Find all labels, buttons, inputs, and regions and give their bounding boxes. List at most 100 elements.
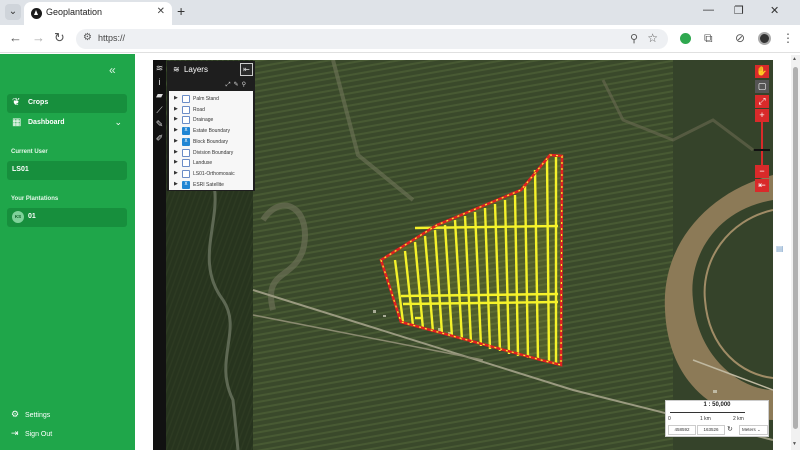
zoom-out-button[interactable]: − bbox=[755, 165, 769, 178]
fullscreen-icon[interactable]: ⤢ bbox=[755, 95, 769, 108]
layer-name: Block Boundary bbox=[193, 138, 229, 145]
zoom-slider[interactable] bbox=[761, 122, 763, 165]
zoom-box-icon[interactable]: ▢ bbox=[755, 80, 769, 93]
layer-checkbox[interactable] bbox=[182, 95, 190, 103]
layer-name: ESRI Satellite bbox=[193, 181, 224, 188]
scale-tick: 0 bbox=[668, 416, 671, 422]
layer-row[interactable]: ▶ Block Boundary bbox=[169, 137, 253, 147]
expand-arrow-icon[interactable]: ▶ bbox=[174, 138, 178, 144]
zoom-extent-icon[interactable]: ⇤ bbox=[755, 179, 769, 192]
layer-row[interactable]: ▶ Landuse bbox=[169, 158, 253, 168]
edit-layer-icon[interactable]: ✎ bbox=[234, 82, 242, 88]
browser-menu-icon[interactable]: ⋮ bbox=[782, 31, 794, 45]
zoom-slider-handle[interactable] bbox=[754, 149, 770, 151]
layer-checkbox[interactable] bbox=[182, 137, 190, 146]
settings-link[interactable]: ⚙ Settings bbox=[11, 409, 50, 420]
coord-x: 458592 bbox=[668, 425, 696, 435]
layer-checkbox[interactable] bbox=[182, 159, 190, 168]
layer-checkbox[interactable] bbox=[182, 169, 190, 178]
chevron-down-icon: ⌄ bbox=[114, 117, 122, 127]
extensions-puzzle-icon[interactable]: ⧉ bbox=[704, 31, 713, 46]
sidebar-item-label: Crops bbox=[28, 99, 49, 106]
layer-row[interactable]: ▶ Estate Boundary bbox=[169, 126, 253, 136]
layers-title-text: Layers bbox=[183, 65, 208, 74]
forward-arrow-icon[interactable]: → bbox=[32, 31, 45, 45]
profile-avatar[interactable] bbox=[758, 32, 771, 45]
url-text: https:// bbox=[98, 33, 126, 43]
measure-icon[interactable]: ⟋ bbox=[154, 105, 165, 116]
expand-arrow-icon[interactable]: ▶ bbox=[174, 149, 178, 155]
zoom-layer-icon[interactable]: ⚲ bbox=[242, 82, 249, 88]
plantations-heading: Your Plantations bbox=[11, 196, 59, 202]
pan-hand-icon[interactable]: ✋ bbox=[755, 65, 769, 78]
refresh-icon[interactable]: ↻ bbox=[727, 425, 733, 433]
expand-arrow-icon[interactable]: ▶ bbox=[174, 127, 178, 133]
collapse-sidebar-icon[interactable]: « bbox=[109, 63, 116, 77]
tab-close-icon[interactable]: ✕ bbox=[157, 6, 165, 17]
comment-icon[interactable]: ▰ bbox=[154, 90, 165, 101]
side-panel-icon[interactable]: ▤ bbox=[776, 244, 784, 253]
scroll-thumb[interactable] bbox=[793, 67, 798, 429]
layer-row[interactable]: ▶ LS01-Orthomosaic bbox=[169, 169, 253, 179]
tab-search-chevron-down-icon[interactable]: ⌄ bbox=[5, 4, 21, 20]
expand-arrow-icon[interactable]: ▶ bbox=[174, 159, 178, 165]
layers-stack-icon[interactable]: ≋ bbox=[154, 63, 165, 74]
zoom-magnifier-icon[interactable]: ⚲ bbox=[630, 32, 638, 45]
zoom-in-button[interactable]: + bbox=[755, 109, 769, 122]
layer-checkbox[interactable] bbox=[182, 148, 190, 157]
layers-list: ▶ Palm Stand ▶ Road ▶ Drainage ▶ Estate Boundar… bbox=[169, 91, 253, 190]
expand-arrow-icon[interactable]: ▶ bbox=[174, 106, 178, 112]
address-bar[interactable]: ⚙ https:// ⚲ ☆ bbox=[76, 29, 668, 49]
current-user-value: LS01 bbox=[12, 166, 29, 173]
restore-icon[interactable]: ❐ bbox=[734, 4, 744, 17]
layer-row[interactable]: ▶ Division Boundary bbox=[169, 148, 253, 158]
pencil-icon[interactable]: ✐ bbox=[154, 133, 165, 144]
info-icon[interactable]: i bbox=[154, 77, 165, 88]
layer-checkbox[interactable] bbox=[182, 116, 190, 125]
scroll-up-icon[interactable]: ▲ bbox=[792, 56, 797, 62]
layers-close-icon[interactable]: ⇤ bbox=[240, 63, 253, 76]
current-user-box: LS01 bbox=[7, 161, 127, 180]
layer-row[interactable]: ▶ Palm Stand bbox=[169, 94, 253, 104]
new-tab-plus-icon[interactable]: + bbox=[177, 3, 185, 19]
layer-row[interactable]: ▶ Drainage bbox=[169, 115, 253, 125]
page-scrollbar[interactable]: ▲ ▼ bbox=[791, 55, 800, 450]
layer-name: LS01-Orthomosaic bbox=[193, 170, 235, 177]
signout-icon: ⇥ bbox=[11, 428, 19, 438]
expand-arrow-icon[interactable]: ▶ bbox=[174, 181, 178, 187]
sidebar-item-label: Dashboard bbox=[28, 119, 65, 126]
layer-row[interactable]: ▶ ESRI Satellite bbox=[169, 180, 253, 190]
layer-checkbox[interactable] bbox=[182, 180, 190, 189]
layer-name: Road bbox=[193, 106, 205, 113]
layer-checkbox[interactable] bbox=[182, 127, 190, 136]
sidebar-panel-icon[interactable]: ⊘ bbox=[735, 31, 745, 45]
expand-arrow-icon[interactable]: ▶ bbox=[174, 170, 178, 176]
browser-tab[interactable]: Geoplantation ✕ bbox=[24, 2, 172, 25]
sidebar-item-dashboard[interactable]: ▦ Dashboard ⌄ bbox=[7, 114, 127, 133]
signout-link[interactable]: ⇥ Sign Out bbox=[11, 428, 52, 439]
units-select[interactable]: Meters ⌄ bbox=[739, 425, 768, 435]
sidebar-item-crops[interactable]: ❦ Crops bbox=[7, 94, 127, 113]
layer-name: Palm Stand bbox=[193, 96, 219, 102]
scroll-down-icon[interactable]: ▼ bbox=[792, 441, 797, 447]
site-settings-icon[interactable]: ⚙ bbox=[83, 32, 92, 43]
layer-row[interactable]: ▶ Road bbox=[169, 105, 253, 115]
dashboard-icon: ▦ bbox=[12, 117, 22, 128]
scale-bar bbox=[670, 412, 745, 415]
window-close-icon[interactable]: ✕ bbox=[770, 4, 779, 17]
minimize-icon[interactable]: — bbox=[703, 4, 714, 16]
layer-checkbox[interactable] bbox=[182, 105, 190, 114]
tab-title: Geoplantation bbox=[46, 7, 103, 17]
edit-icon[interactable]: ✎ bbox=[154, 119, 165, 130]
expand-icon[interactable]: ⤢ bbox=[226, 82, 234, 88]
layers-panel: ≋ Layers ⇤ ⤢✎⚲ ▶ Palm Stand ▶ Road ▶ Drainage… bbox=[167, 61, 255, 191]
extension-shield-icon[interactable] bbox=[680, 33, 691, 44]
expand-arrow-icon[interactable]: ▶ bbox=[174, 95, 178, 101]
bookmark-star-icon[interactable]: ☆ bbox=[647, 31, 658, 45]
back-arrow-icon[interactable]: ← bbox=[9, 31, 22, 45]
plantation-item[interactable]: KS 01 bbox=[7, 208, 127, 227]
map-tool-strip: ≋ i ▰ ⟋ ✎ ✐ bbox=[153, 60, 166, 450]
scale-tick: 2 km bbox=[733, 416, 744, 422]
reload-icon[interactable]: ↻ bbox=[54, 31, 65, 45]
expand-arrow-icon[interactable]: ▶ bbox=[174, 116, 178, 122]
